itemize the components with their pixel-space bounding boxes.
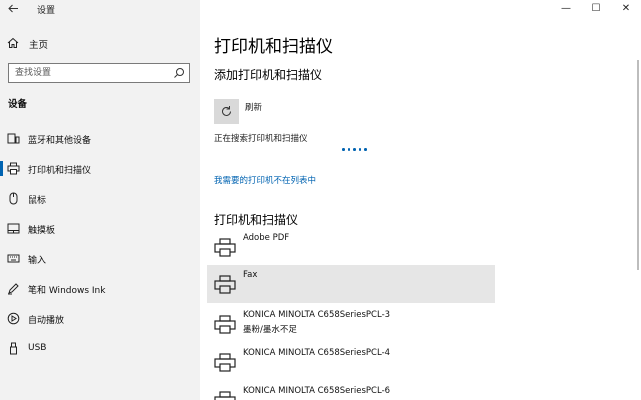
printer-icon	[214, 353, 236, 372]
printer-item-konica-pcl4[interactable]: KONICA MINOLTA C658SeriesPCL-4	[207, 343, 495, 381]
home-icon	[7, 37, 19, 48]
sidebar: 设置 主页 设备 蓝牙和其他设备 打印机和扫描仪 鼠标 触摸板 输入 笔和 Wi…	[0, 0, 200, 400]
printer-name: KONICA MINOLTA C658SeriesPCL-6	[243, 386, 391, 396]
search-box	[8, 63, 190, 83]
printer-name: KONICA MINOLTA C658SeriesPCL-4	[243, 348, 391, 358]
printer-icon	[214, 315, 236, 334]
sidebar-item-mouse[interactable]: 鼠标	[0, 184, 200, 212]
keyboard-icon	[7, 254, 20, 263]
sidebar-item-label: 打印机和扫描仪	[28, 166, 92, 176]
mouse-icon	[9, 192, 18, 205]
printer-item-konica-pcl3[interactable]: KONICA MINOLTA C658SeriesPCL-3 墨粉/墨水不足	[207, 305, 495, 343]
section-title: 设备	[8, 99, 28, 110]
refresh-icon	[222, 106, 231, 116]
printer-not-listed-link[interactable]: 我需要的打印机不在列表中	[214, 174, 316, 186]
printer-status: 墨粉/墨水不足	[243, 325, 297, 335]
sidebar-item-label: 触摸板	[28, 226, 56, 236]
window-title: 设置	[37, 6, 56, 16]
sidebar-item-label: 蓝牙和其他设备	[28, 136, 92, 146]
printer-icon	[7, 162, 20, 175]
printer-item-adobe-pdf[interactable]: Adobe PDF	[207, 228, 495, 266]
printer-icon	[214, 275, 236, 294]
printer-item-fax[interactable]: Fax	[207, 265, 495, 303]
bluetooth-devices-icon	[7, 133, 20, 144]
printers-list-title: 打印机和扫描仪	[214, 213, 299, 227]
back-arrow-icon	[7, 4, 18, 12]
printer-icon	[214, 238, 236, 257]
progress-dots	[342, 148, 367, 151]
sidebar-item-touchpad[interactable]: 触摸板	[0, 214, 200, 242]
sidebar-item-label: 输入	[28, 256, 47, 266]
maximize-button[interactable]: ☐	[581, 0, 611, 16]
sidebar-item-printers[interactable]: 打印机和扫描仪	[0, 154, 200, 182]
printer-name: KONICA MINOLTA C658SeriesPCL-3	[243, 310, 391, 320]
progress-dot	[358, 148, 361, 151]
sidebar-item-label: 主页	[29, 40, 49, 51]
sidebar-item-label: 笔和 Windows Ink	[28, 286, 106, 296]
printer-item-konica-pcl6[interactable]: KONICA MINOLTA C658SeriesPCL-6	[207, 381, 495, 400]
search-input[interactable]	[9, 64, 169, 82]
sidebar-item-home[interactable]: 主页	[0, 33, 200, 53]
progress-dot	[347, 148, 350, 151]
scrollbar[interactable]	[637, 60, 639, 270]
printer-name: Fax	[243, 270, 258, 280]
pen-icon	[8, 283, 19, 295]
search-icon[interactable]	[173, 67, 185, 79]
progress-dot	[353, 148, 356, 151]
printer-name: Adobe PDF	[243, 233, 290, 243]
progress-dot	[364, 148, 367, 151]
sidebar-item-label: USB	[28, 343, 47, 353]
touchpad-icon	[7, 223, 20, 234]
main-content: — ☐ ✕ 打印机和扫描仪 添加打印机和扫描仪 刷新 正在搜索打印机和扫描仪 我…	[200, 0, 641, 400]
close-button[interactable]: ✕	[611, 0, 641, 16]
page-title: 打印机和扫描仪	[214, 37, 333, 57]
sidebar-item-usb[interactable]: USB	[0, 334, 200, 362]
refresh-label: 刷新	[245, 103, 263, 113]
searching-status: 正在搜索打印机和扫描仪	[214, 134, 308, 144]
sidebar-item-label: 鼠标	[28, 196, 47, 206]
refresh-button[interactable]	[214, 99, 239, 124]
sidebar-item-typing[interactable]: 输入	[0, 244, 200, 272]
back-button[interactable]	[4, 1, 22, 15]
sidebar-item-label: 自动播放	[28, 316, 65, 326]
minimize-button[interactable]: —	[551, 0, 581, 16]
sidebar-item-bluetooth[interactable]: 蓝牙和其他设备	[0, 124, 200, 152]
printer-icon	[214, 391, 236, 400]
add-section-title: 添加打印机和扫描仪	[214, 68, 323, 82]
autoplay-icon	[7, 312, 20, 325]
progress-dot	[342, 148, 345, 151]
active-indicator	[0, 161, 3, 176]
usb-icon	[10, 342, 17, 355]
sidebar-item-pen[interactable]: 笔和 Windows Ink	[0, 274, 200, 302]
sidebar-item-autoplay[interactable]: 自动播放	[0, 304, 200, 332]
